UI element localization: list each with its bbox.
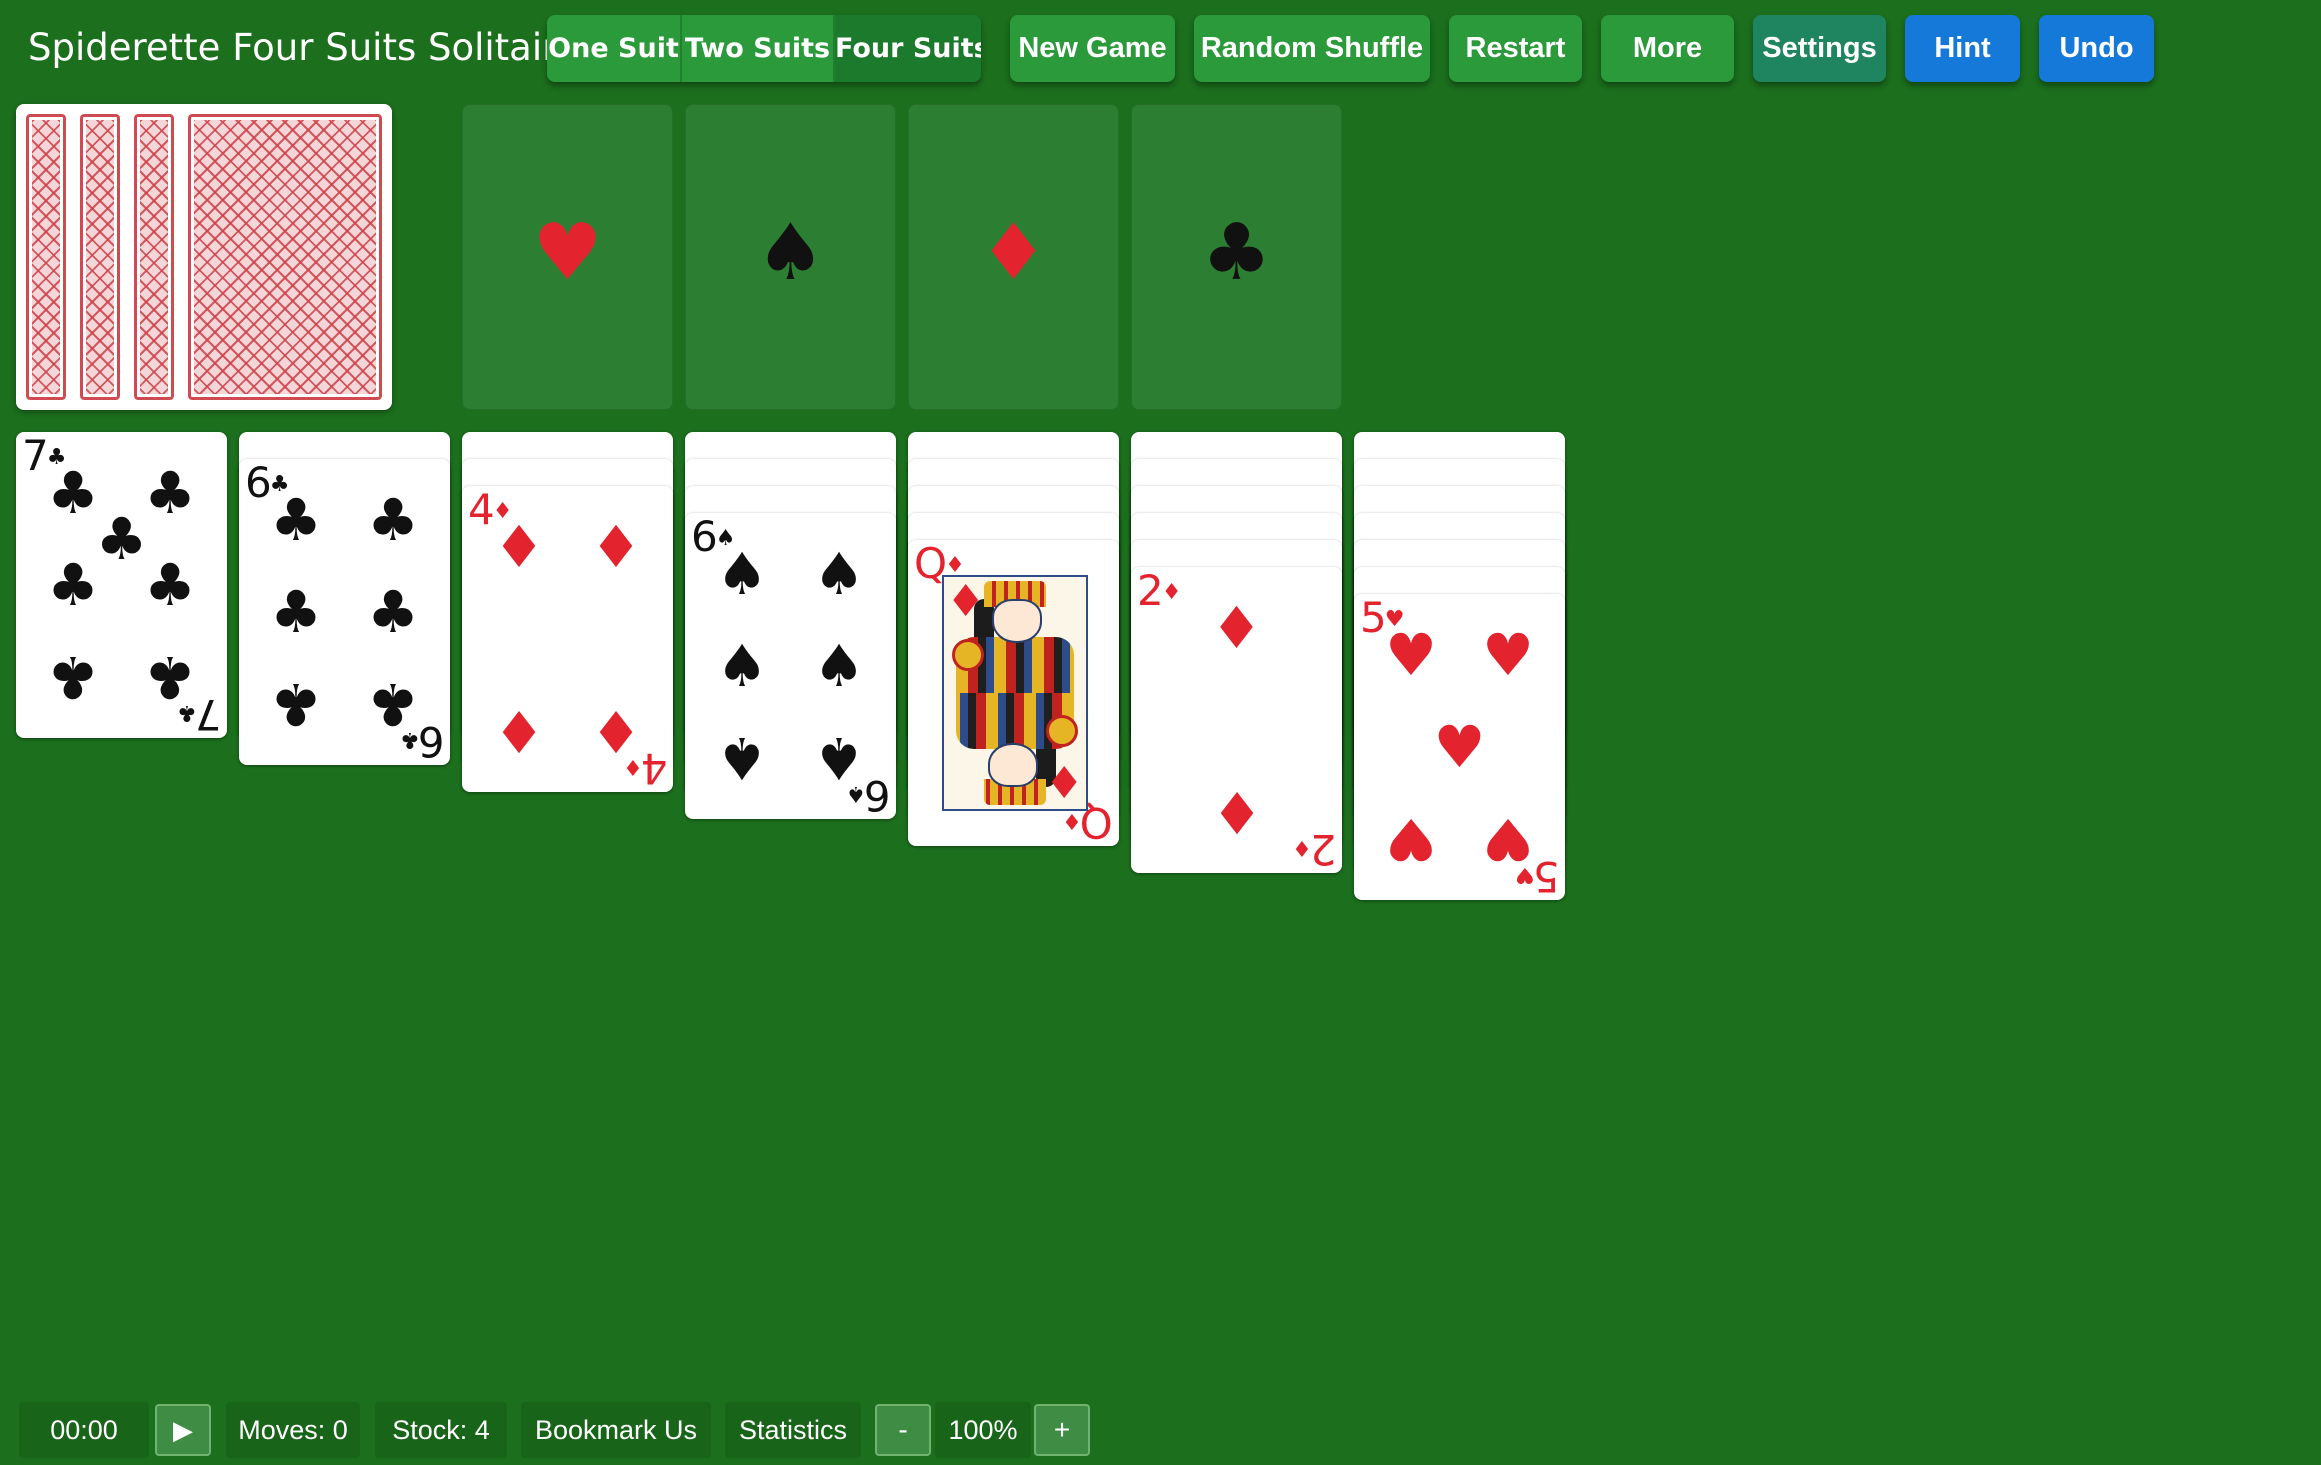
- suit-pip-icon: ♠: [813, 632, 866, 700]
- stock-card-back: [134, 114, 174, 400]
- card-suit-icon: ♦: [1293, 835, 1312, 860]
- suit-pip-icon: ♣: [269, 578, 322, 646]
- suit-pip-icon: ♣: [367, 669, 420, 738]
- club-icon: ♣: [1201, 208, 1272, 298]
- timer-display: 00:00: [19, 1402, 149, 1458]
- stock-pile[interactable]: [16, 104, 392, 410]
- suit-pip-icon: ♣: [144, 551, 197, 619]
- mode-one-suit-button[interactable]: One Suit: [547, 15, 682, 82]
- mode-two-suits-button[interactable]: Two Suits: [682, 15, 835, 82]
- statistics-button[interactable]: Statistics: [725, 1402, 861, 1458]
- settings-button[interactable]: Settings: [1753, 15, 1886, 82]
- undo-button[interactable]: Undo: [2039, 15, 2154, 82]
- suit-pip-icon: ♦: [590, 513, 643, 582]
- hint-button[interactable]: Hint: [1905, 15, 2020, 82]
- foundation-diamonds[interactable]: ♦: [908, 104, 1119, 410]
- card-rank-value: 2: [1311, 825, 1336, 873]
- suit-pip-icon: ♦: [492, 696, 545, 765]
- card-rank-value: 2: [1137, 567, 1164, 615]
- spade-icon: ♠: [755, 208, 826, 298]
- card-suit-icon: ♦: [1064, 808, 1082, 833]
- page-title: Spiderette Four Suits Solitaire: [28, 26, 580, 69]
- suit-pip-icon: ♠: [715, 723, 768, 792]
- queen-portrait: ♦ ♦: [942, 575, 1088, 811]
- suit-mode-selector: One Suit Two Suits Four Suits: [547, 15, 981, 82]
- suit-pip-icon: ♠: [813, 540, 866, 609]
- suit-pip-icon: ♣: [46, 642, 99, 711]
- playing-card[interactable]: 6♠ 6♠ ♠ ♠ ♠ ♠ ♠ ♠: [685, 513, 896, 819]
- playing-card[interactable]: Q♦ Q♦ ♦ ♦: [908, 540, 1119, 846]
- suit-pip-icon: ♥: [1384, 621, 1437, 690]
- suit-pip-icon: ♥: [1482, 621, 1535, 690]
- suit-pip-icon: ♣: [367, 486, 420, 555]
- stock-card-back: [26, 114, 66, 400]
- play-icon: ▶: [173, 1414, 193, 1445]
- bookmark-button[interactable]: Bookmark Us: [521, 1402, 711, 1458]
- playing-card[interactable]: 5♥ 5♥ ♥ ♥ ♥ ♥ ♥: [1354, 594, 1565, 900]
- foundation-spades[interactable]: ♠: [685, 104, 896, 410]
- portrait-face: [988, 743, 1038, 787]
- stock-card-back: [80, 114, 120, 400]
- zoom-out-button[interactable]: -: [875, 1404, 931, 1456]
- stock-card-back: [188, 114, 382, 400]
- suit-pip-icon: ♦: [1210, 777, 1263, 846]
- suit-pip-icon: ♠: [715, 540, 768, 609]
- playing-card[interactable]: 4♦ 4♦ ♦ ♦ ♦ ♦: [462, 486, 673, 792]
- suit-pip-icon: ♦: [492, 513, 545, 582]
- playing-card[interactable]: 7♣ 7♣ ♣ ♣ ♣ ♣ ♣ ♣ ♣: [16, 432, 227, 738]
- suit-pip-icon: ♦: [946, 576, 986, 627]
- suit-pip-icon: ♦: [1044, 758, 1084, 809]
- foundation-hearts[interactable]: ♥: [462, 104, 673, 410]
- restart-button[interactable]: Restart: [1449, 15, 1582, 82]
- suit-pip-icon: ♦: [1210, 594, 1263, 663]
- moves-counter: Moves: 0: [226, 1402, 360, 1458]
- suit-pip-icon: ♥: [1384, 804, 1437, 873]
- zoom-in-button[interactable]: +: [1034, 1404, 1090, 1456]
- play-button[interactable]: ▶: [155, 1404, 211, 1456]
- suit-pip-icon: ♣: [367, 578, 420, 646]
- card-suit-icon: ♦: [1161, 580, 1182, 605]
- flower-icon: [1046, 715, 1078, 747]
- card-rank: 2♦: [1137, 567, 1182, 615]
- more-button[interactable]: More: [1601, 15, 1734, 82]
- suit-pip-icon: ♣: [46, 551, 99, 619]
- suit-pip-icon: ♥: [1482, 804, 1535, 873]
- playing-card[interactable]: 2♦ 2♦ ♦ ♦: [1131, 567, 1342, 873]
- random-shuffle-button[interactable]: Random Shuffle: [1194, 15, 1430, 82]
- flower-icon: [952, 639, 984, 671]
- suit-pip-icon: ♠: [813, 723, 866, 792]
- card-rank: 2♦: [1293, 825, 1336, 873]
- zoom-level: 100%: [935, 1402, 1031, 1458]
- new-game-button[interactable]: New Game: [1010, 15, 1175, 82]
- portrait-face: [992, 599, 1042, 643]
- suit-pip-icon: ♦: [590, 696, 643, 765]
- mode-four-suits-button[interactable]: Four Suits: [835, 15, 981, 82]
- suit-pip-icon: ♥: [1433, 713, 1486, 781]
- suit-pip-icon: ♠: [715, 632, 768, 700]
- card-rank-value: Q: [914, 540, 947, 588]
- suit-pip-icon: ♣: [144, 642, 197, 711]
- suit-pip-icon: ♣: [269, 486, 322, 555]
- heart-icon: ♥: [532, 208, 603, 298]
- diamond-icon: ♦: [978, 208, 1049, 298]
- suit-pip-icon: ♣: [269, 669, 322, 738]
- foundation-clubs[interactable]: ♣: [1131, 104, 1342, 410]
- stock-counter: Stock: 4: [375, 1402, 507, 1458]
- playing-card[interactable]: 6♣ 6♣ ♣ ♣ ♣ ♣ ♣ ♣: [239, 459, 450, 765]
